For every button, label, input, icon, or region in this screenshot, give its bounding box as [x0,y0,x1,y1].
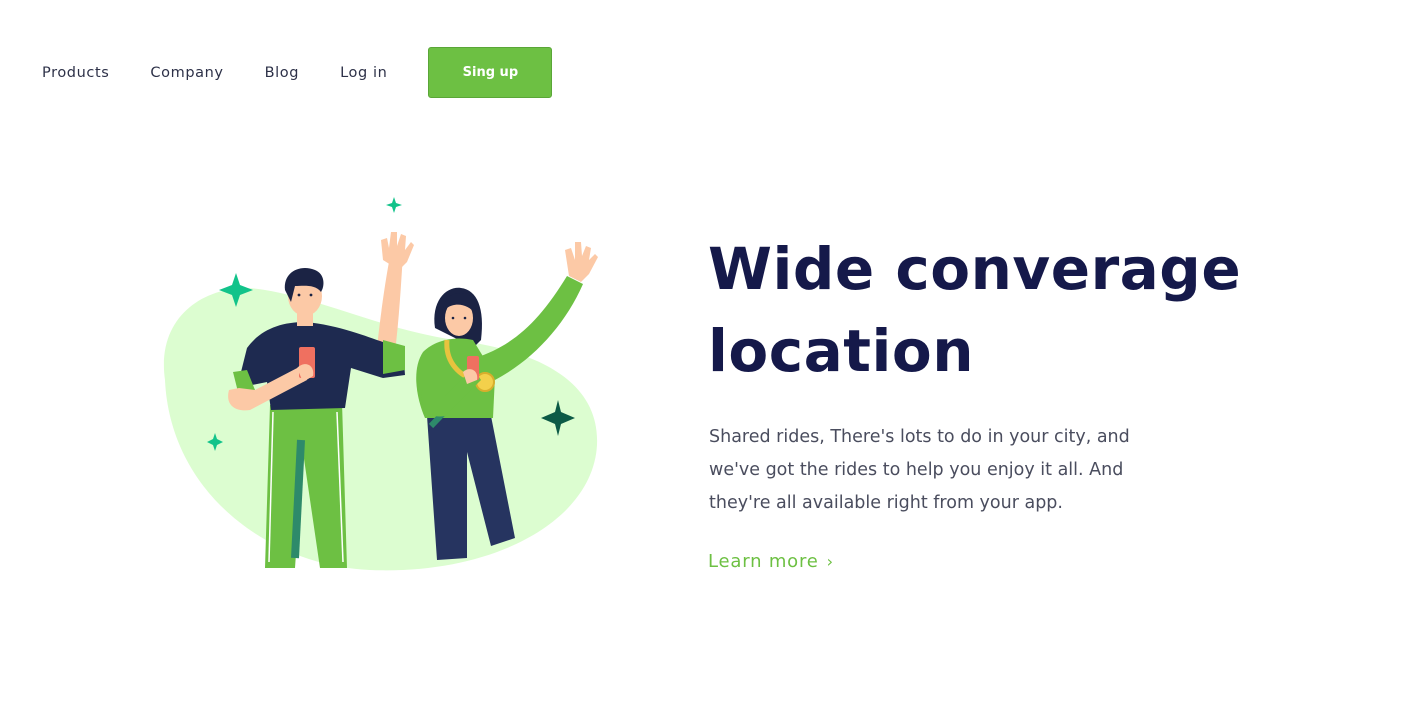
nav-link-login[interactable]: Log in [340,65,387,81]
woman-raised-hand [565,242,598,282]
nav-link-products[interactable]: Products [42,65,109,81]
nav-link-blog[interactable]: Blog [265,65,299,81]
chevron-right-icon: › [826,552,834,571]
hero-title-line2: location [708,317,974,385]
sparkle-icon [386,197,402,213]
hero-title-line1: Wide converage [708,235,1242,303]
signup-button[interactable]: Sing up [428,47,553,98]
hero-illustration [163,197,598,571]
hero-title: Wide converage location [708,228,1348,392]
learn-more-link[interactable]: Learn more › [708,551,834,572]
man-raised-hand [381,232,414,270]
hero-description: Shared rides, There's lots to do in your… [709,427,1130,513]
top-nav: Products Company Blog Log in Sing up [42,47,553,98]
nav-link-company[interactable]: Company [150,65,223,81]
learn-more-label: Learn more [708,551,819,572]
